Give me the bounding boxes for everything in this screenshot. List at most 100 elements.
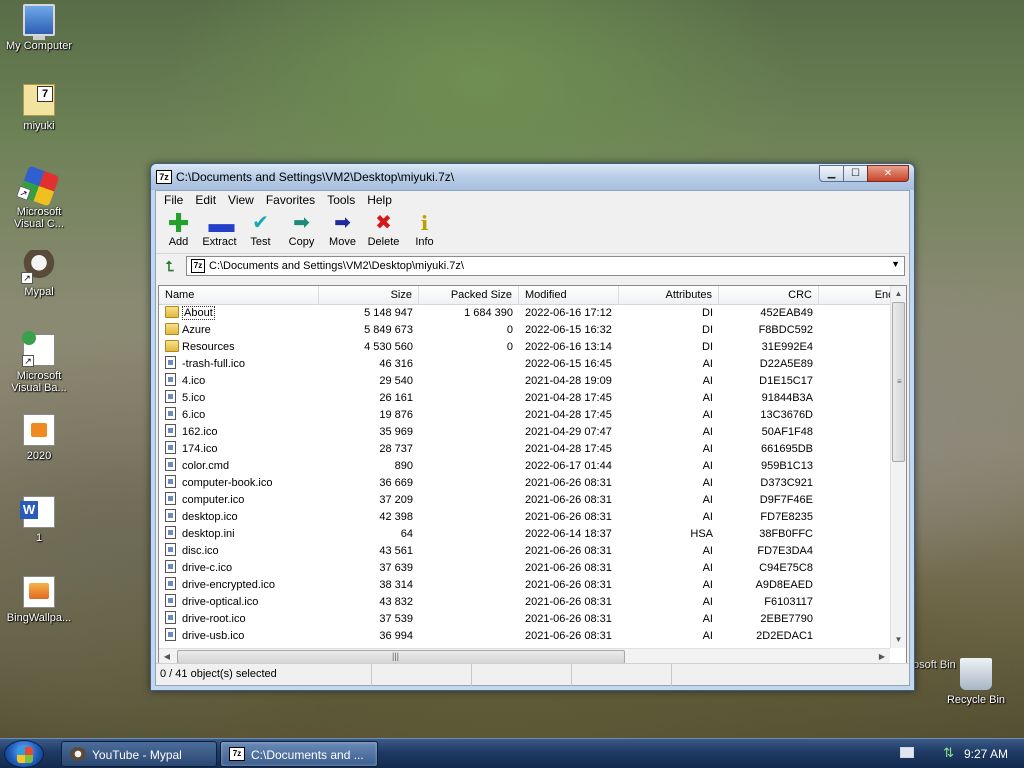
extract-button[interactable]: ▬ Extract xyxy=(199,210,240,253)
table-row[interactable]: Azure 5 849 673 0 2022-06-15 16:32 DI F8BDC59… xyxy=(159,322,906,339)
vertical-scrollbar[interactable]: ▲ ≡ ▼ xyxy=(890,286,906,648)
desktop-icon-label: Microsoft Visual C... xyxy=(14,206,64,230)
file-packed-size xyxy=(419,560,519,577)
file-name: drive-root.ico xyxy=(182,613,246,625)
add-button[interactable]: ✚ Add xyxy=(158,210,199,253)
file-size: 46 316 xyxy=(379,358,413,370)
info-label: Info xyxy=(415,236,434,248)
title-bar[interactable]: 7z C:\Documents and Settings\VM2\Desktop… xyxy=(151,164,914,190)
table-row[interactable]: 162.ico 35 969 2021-04-29 07:47 AI 50AF1F48 xyxy=(159,424,906,441)
column-packed-size[interactable]: Packed Size xyxy=(419,286,519,305)
toolbar: ✚ Add ▬ Extract ✔ Test ➡ Copy ➡ Move ✖ D… xyxy=(156,210,909,254)
desktop-icon-2020[interactable]: 2020 xyxy=(1,414,77,462)
file-size: 38 314 xyxy=(379,579,413,591)
copy-button[interactable]: ➡ Copy xyxy=(281,210,322,253)
table-row[interactable]: computer-book.ico 36 669 2021-06-26 08:31 A… xyxy=(159,475,906,492)
column-modified[interactable]: Modified xyxy=(519,286,619,305)
table-row[interactable]: drive-c.ico 37 639 2021-06-26 08:31 AI C94E7… xyxy=(159,560,906,577)
file-modified: 2021-04-28 17:45 xyxy=(525,392,612,404)
desktop-icon-miyuki[interactable]: 7 miyuki xyxy=(1,84,77,132)
file-name: About xyxy=(182,306,215,320)
test-button[interactable]: ✔ Test xyxy=(240,210,281,253)
table-row[interactable]: drive-encrypted.ico 38 314 2021-06-26 08:3… xyxy=(159,577,906,594)
file-crc: 959B1C13 xyxy=(761,460,813,472)
table-row[interactable]: drive-usb.ico 36 994 2021-06-26 08:31 AI 2D2… xyxy=(159,628,906,645)
desktop-icon-mypal[interactable]: Mypal xyxy=(1,250,77,298)
7zip-app-icon: 7z xyxy=(229,747,245,761)
taskbar-item-mypal[interactable]: YouTube - Mypal xyxy=(61,741,217,767)
desktop-icon-recycle-bin[interactable]: Recycle Bin xyxy=(938,658,1014,706)
table-row[interactable]: desktop.ico 42 398 2021-06-26 08:31 AI FD7E8… xyxy=(159,509,906,526)
minimize-button[interactable]: ▁ xyxy=(819,165,844,182)
file-packed-size xyxy=(419,577,519,594)
file-list[interactable]: Name Size Packed Size Modified Attribute… xyxy=(158,285,907,666)
file-icon xyxy=(165,628,176,641)
table-row[interactable]: disc.ico 43 561 2021-06-26 08:31 AI FD7E3DA4 xyxy=(159,543,906,560)
file-name: 6.ico xyxy=(182,409,206,421)
file-name-cell: 5.ico xyxy=(159,390,319,407)
file-icon xyxy=(165,373,176,386)
table-row[interactable]: 4.ico 29 540 2021-04-28 19:09 AI D1E15C17 xyxy=(159,373,906,390)
column-crc[interactable]: CRC xyxy=(719,286,819,305)
menu-favorites[interactable]: Favorites xyxy=(260,191,321,210)
menu-help[interactable]: Help xyxy=(361,191,398,210)
horizontal-scroll-thumb[interactable]: ||| xyxy=(177,650,625,664)
scroll-up-icon[interactable]: ▲ xyxy=(891,286,906,302)
maximize-button[interactable]: ☐ xyxy=(843,165,868,182)
file-size: 29 540 xyxy=(379,375,413,387)
table-row[interactable]: Resources 4 530 560 0 2022-06-16 13:14 DI 31E… xyxy=(159,339,906,356)
desktop-icon-visual-c[interactable]: Microsoft Visual C... xyxy=(1,165,77,230)
column-header: Name Size Packed Size Modified Attribute… xyxy=(159,286,906,305)
menu-tools[interactable]: Tools xyxy=(321,191,361,210)
table-row[interactable]: computer.ico 37 209 2021-06-26 08:31 AI D9F7… xyxy=(159,492,906,509)
scroll-down-icon[interactable]: ▼ xyxy=(891,632,906,648)
address-combo[interactable]: 7z C:\Documents and Settings\VM2\Desktop… xyxy=(186,256,905,276)
start-button[interactable] xyxy=(4,740,44,768)
file-crc: D22A5E89 xyxy=(759,358,813,370)
desktop-icon-visual-basic[interactable]: Microsoft Visual Ba... xyxy=(1,331,77,394)
delete-button[interactable]: ✖ Delete xyxy=(363,210,404,253)
clock[interactable]: 9:27 AM xyxy=(964,739,1008,768)
desktop-icon-my-computer[interactable]: My Computer xyxy=(1,4,77,52)
file-icon xyxy=(165,424,176,437)
file-name-cell: 6.ico xyxy=(159,407,319,424)
taskbar-item-label: YouTube - Mypal xyxy=(92,748,182,762)
file-name-cell: disc.ico xyxy=(159,543,319,560)
table-row[interactable]: 174.ico 28 737 2021-04-28 17:45 AI 661695DB xyxy=(159,441,906,458)
table-row[interactable]: 6.ico 19 876 2021-04-28 17:45 AI 13C3676D xyxy=(159,407,906,424)
info-button[interactable]: i Info xyxy=(404,210,445,253)
table-row[interactable]: desktop.ini 64 2022-06-14 18:37 HSA 38FB0FFC xyxy=(159,526,906,543)
table-row[interactable]: drive-optical.ico 43 832 2021-06-26 08:31 A… xyxy=(159,594,906,611)
move-button[interactable]: ➡ Move xyxy=(322,210,363,253)
file-icon xyxy=(165,560,176,573)
up-folder-button[interactable]: ⮤ xyxy=(160,256,180,276)
column-attributes[interactable]: Attributes xyxy=(619,286,719,305)
column-size[interactable]: Size xyxy=(319,286,419,305)
archive-7z-icon: 7 xyxy=(23,84,55,116)
mypal-icon xyxy=(70,747,86,761)
network-icon[interactable]: ⇅ xyxy=(943,746,954,760)
table-row[interactable]: 5.ico 26 161 2021-04-28 17:45 AI 91844B3A xyxy=(159,390,906,407)
vertical-scroll-thumb[interactable]: ≡ xyxy=(892,302,905,462)
table-row[interactable]: drive-root.ico 37 539 2021-06-26 08:31 AI 2E… xyxy=(159,611,906,628)
file-attributes: AI xyxy=(702,494,713,506)
desktop-icon-1[interactable]: 1 xyxy=(1,496,77,544)
file-attributes: AI xyxy=(702,630,713,642)
keyboard-icon[interactable] xyxy=(900,747,914,758)
desktop-icon-bingwallpaper[interactable]: BingWallpa... xyxy=(1,576,77,624)
column-name[interactable]: Name xyxy=(159,286,319,305)
status-cell-3 xyxy=(472,664,572,686)
minus-icon: ▬ xyxy=(208,208,235,238)
file-name: desktop.ini xyxy=(182,528,235,540)
file-name-cell: -trash-full.ico xyxy=(159,356,319,373)
chevron-down-icon[interactable]: ▼ xyxy=(891,259,900,269)
table-row[interactable]: About 5 148 947 1 684 390 2022-06-16 17:12 D… xyxy=(159,305,906,322)
file-crc: D1E15C17 xyxy=(759,375,813,387)
taskbar-item-7zip[interactable]: 7z C:\Documents and ... xyxy=(220,741,378,767)
file-attributes: AI xyxy=(702,579,713,591)
file-name: Azure xyxy=(182,324,211,336)
close-button[interactable]: ✕ xyxy=(867,165,909,182)
table-row[interactable]: -trash-full.ico 46 316 2022-06-15 16:45 AI D… xyxy=(159,356,906,373)
delete-label: Delete xyxy=(367,236,400,248)
table-row[interactable]: color.cmd 890 2022-06-17 01:44 AI 959B1C13 xyxy=(159,458,906,475)
